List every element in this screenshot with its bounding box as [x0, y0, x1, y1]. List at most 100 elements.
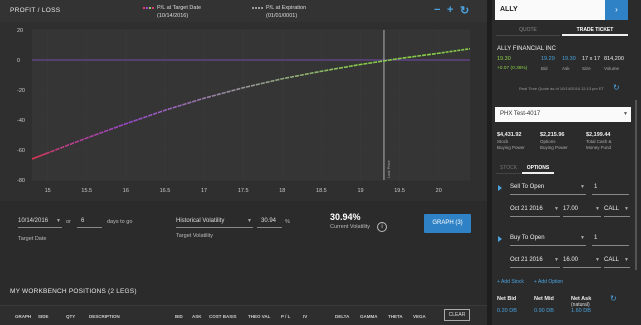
target-date-label: Target Date: [18, 236, 47, 242]
column-header[interactable]: DELTA: [335, 314, 349, 319]
percent-label: %: [285, 219, 290, 225]
days-to-go-label: days to go: [107, 219, 133, 225]
gradient-line-icon: [143, 6, 154, 9]
refresh-icon[interactable]: ↻: [613, 83, 620, 92]
profit-loss-panel: PROFIT / LOSS P/L at Target Date (10/14/…: [0, 0, 487, 325]
column-header[interactable]: ASK: [192, 314, 202, 319]
pl-chart[interactable]: 20 0 -20 -40 -60 -80 15 15.5 16 16.5 17 17.5 18 18.5 1…: [0, 22, 487, 201]
leg1-expiry-value: Oct 21 2016: [510, 206, 543, 212]
column-header[interactable]: SIDE: [38, 314, 49, 319]
leg1-expiry-select[interactable]: Oct 21 2016 ▼: [510, 203, 560, 217]
refresh-icon[interactable]: ↻: [460, 4, 469, 17]
chevron-down-icon: ▼: [595, 257, 600, 263]
days-to-go-input[interactable]: 6: [77, 215, 102, 228]
page-title: PROFIT / LOSS: [10, 7, 61, 14]
x-tick-label: 19: [357, 188, 363, 194]
leg2-type-value: CALL: [604, 257, 620, 263]
series-line-segment: [43, 153, 46, 156]
symbol-input[interactable]: ALLY: [495, 0, 623, 20]
total-cash-label: Money Fund: [586, 145, 612, 150]
column-header[interactable]: P / L: [281, 314, 290, 319]
column-header[interactable]: GAMMA: [360, 314, 378, 319]
clear-button[interactable]: CLEAR: [444, 309, 470, 321]
column-header[interactable]: IV: [303, 314, 307, 319]
column-header[interactable]: GRAPH: [15, 314, 31, 319]
chevron-down-icon: ▼: [554, 206, 559, 212]
column-header[interactable]: VEGA: [413, 314, 426, 319]
add-stock-link[interactable]: + Add Stock: [497, 279, 524, 285]
options-bp-label: Buying Power: [540, 145, 568, 150]
account-select-value: PHX Test-4017: [500, 111, 541, 117]
graph-button[interactable]: GRAPH (3): [424, 214, 471, 233]
account-select[interactable]: PHX Test-4017 ▼: [495, 107, 631, 122]
chevron-down-icon: ▼: [56, 218, 61, 224]
leg1-action-select[interactable]: Sell To Open ▼: [510, 181, 586, 195]
series-line-segment: [41, 153, 45, 156]
leg1-expand-icon[interactable]: [498, 185, 502, 191]
chart-controls: 10/14/2016 ▼ or 6 days to go Target Date …: [0, 203, 487, 251]
net-mid: Net Mid 0.90 DB: [534, 296, 554, 315]
size-value: 17 x 17: [582, 56, 601, 62]
plus-icon[interactable]: +: [447, 4, 453, 16]
column-header[interactable]: THEO VAL: [248, 314, 270, 319]
current-volatility-label: Current Volatility: [330, 224, 371, 230]
column-header[interactable]: DESCRIPTION: [89, 314, 120, 319]
net-ask: Net Ask (natural) 1.60 DB: [571, 296, 591, 315]
chevron-down-icon: ▼: [554, 257, 559, 263]
workbench-section: MY WORKBENCH POSITIONS (2 LEGS) GRAPH SI…: [0, 262, 487, 325]
legend-exp-label: P/L at Expiration: [266, 5, 307, 11]
x-tick-label: 20: [436, 188, 442, 194]
tab-trade-ticket[interactable]: TRADE TICKET: [562, 25, 628, 36]
bid-value: 19.29: [541, 56, 555, 62]
leg2-type-select[interactable]: CALL ▼: [604, 254, 630, 268]
y-tick-label: -40: [17, 118, 25, 124]
leg1-strike-select[interactable]: 17.00 ▼: [563, 203, 601, 217]
leg2-strike-value: 16.00: [563, 257, 579, 263]
y-tick-label: 0: [17, 58, 20, 64]
refresh-icon[interactable]: ↻: [610, 294, 617, 303]
x-tick-label: 16.5: [160, 188, 171, 194]
workbench-table-header: GRAPH SIDE QTY DESCRIPTION BID ASK COST …: [0, 305, 487, 325]
add-option-link[interactable]: + Add Option: [534, 279, 563, 285]
chevron-down-icon: ▼: [595, 206, 600, 212]
column-header[interactable]: THETA: [388, 314, 403, 319]
minus-icon[interactable]: −: [434, 4, 440, 16]
leg2-expiry-select[interactable]: Oct 21 2016 ▼: [510, 254, 560, 268]
x-tick-label: 17: [201, 188, 207, 194]
size-label: Size: [582, 66, 591, 71]
column-header[interactable]: BID: [175, 314, 183, 319]
leg2-action-select[interactable]: Buy To Open ▼: [510, 232, 586, 246]
volatility-select[interactable]: Historical Volatility ▼: [176, 215, 253, 228]
leg1-type-select[interactable]: CALL ▼: [604, 203, 630, 217]
target-date-value: 10/14/2016: [18, 218, 49, 224]
series-line-segment: [37, 155, 41, 158]
x-tick-label: 16: [123, 188, 129, 194]
series-line-segment: [39, 154, 43, 157]
y-tick-label: -80: [17, 178, 25, 184]
net-bid-label: Net Bid: [497, 296, 517, 302]
plot-area: [32, 30, 470, 180]
series-line-segment: [31, 157, 35, 160]
scrollbar[interactable]: [635, 100, 637, 270]
x-tick-label: 18: [279, 188, 285, 194]
tab-options[interactable]: OPTIONS: [522, 163, 554, 174]
leg2-qty-input[interactable]: 1: [592, 232, 629, 246]
column-header[interactable]: COST BASIS: [209, 314, 237, 319]
chevron-down-icon: ▼: [247, 218, 252, 224]
info-icon[interactable]: i: [377, 222, 387, 232]
series-line-segment: [45, 152, 48, 155]
tab-stock[interactable]: STOCK: [496, 163, 521, 174]
options-buying-power: $2,215.96 Options Buying Power: [540, 132, 568, 151]
symbol-go-button[interactable]: ›: [605, 0, 628, 20]
volatility-input[interactable]: 30.94: [257, 215, 282, 228]
column-header[interactable]: QTY: [66, 314, 75, 319]
net-mid-label: Net Mid: [534, 296, 554, 302]
target-date-select[interactable]: 10/14/2016 ▼: [18, 215, 62, 228]
chevron-down-icon: ▼: [624, 206, 629, 212]
legend-expiration: P/L at Expiration (01/01/0001): [252, 4, 306, 20]
tab-quote[interactable]: QUOTE: [496, 25, 560, 36]
leg2-strike-select[interactable]: 16.00 ▼: [563, 254, 601, 268]
leg1-qty-input[interactable]: 1: [592, 181, 629, 195]
stock-buying-power-value: $4,431.92: [497, 132, 522, 138]
leg2-expand-icon[interactable]: [498, 236, 502, 242]
